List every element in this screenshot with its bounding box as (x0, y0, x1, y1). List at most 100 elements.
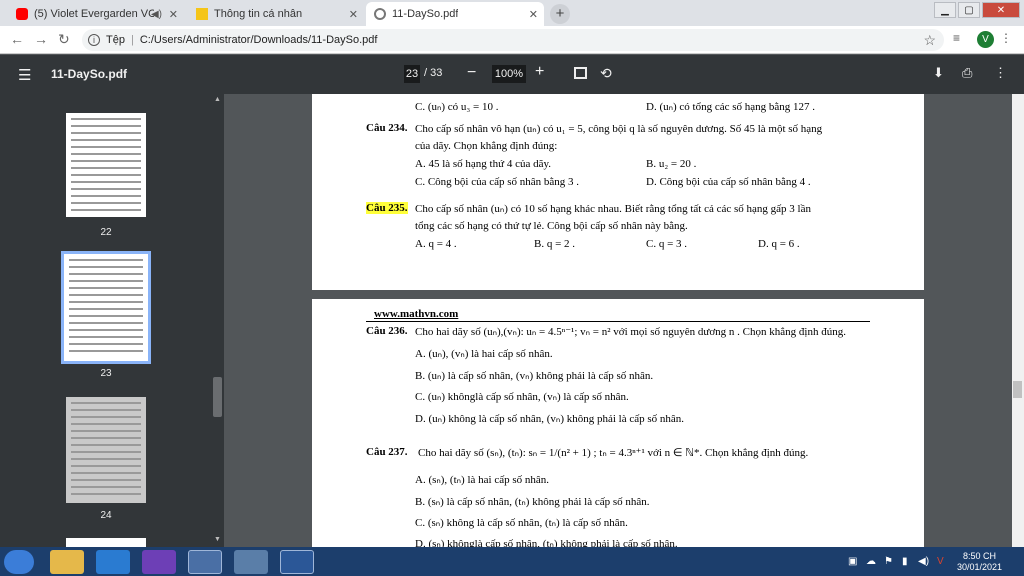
back-icon[interactable]: ← (10, 31, 24, 47)
question-label: Câu 236. (366, 325, 408, 337)
page-thumbnail-23[interactable] (64, 254, 148, 361)
pdf-toolbar: ☰ 11-DaySo.pdf 23 / 33 − 100% + ⟲ ⬇ ⎙ ⋮ (0, 55, 1024, 94)
page-thumbnail-25[interactable] (66, 538, 146, 547)
network-icon[interactable] (234, 550, 268, 574)
thumbnail-number: 23 (100, 368, 112, 379)
answer-text: A. 45 là số hạng thứ 4 của dãy. (415, 158, 551, 170)
upload-icon[interactable]: ☁ (866, 556, 876, 567)
highlighted-question-label: Câu 235. (366, 202, 408, 214)
zoom-out-button[interactable]: − (467, 64, 476, 82)
pdf-page-23: www.mathvn.com Câu 236. Cho hai dãy số (… (312, 299, 924, 547)
answer-text: C. q = 3 . (646, 238, 688, 250)
close-icon[interactable]: ✕ (529, 8, 538, 21)
thumbnail-sidebar: ▲ 22 23 24 ▼ (0, 94, 224, 547)
flag-icon[interactable]: ⚑ (884, 556, 893, 567)
page-thumbnail-24[interactable] (66, 397, 146, 503)
question-text: Cho hai dãy số (uₙ),(vₙ): uₙ = 4.5ⁿ⁻¹; v… (415, 326, 846, 338)
question-text: tổng các số hạng có thứ tự lẻ. Công bội … (415, 220, 688, 232)
maximize-button[interactable]: ▢ (958, 2, 980, 18)
pdf-page-22: C. (uₙ) có u₃ = 10 . D. (uₙ) có tổng các… (312, 94, 924, 290)
tab-label: Thông tin cá nhân (214, 8, 303, 20)
more-icon[interactable]: ⋮ (994, 65, 1007, 81)
answer-text: B. (uₙ) là cấp số nhân, (vₙ) không phải … (415, 370, 654, 382)
zoom-input[interactable]: 100% (492, 65, 526, 83)
youtube-icon (16, 8, 28, 20)
signal-icon[interactable]: ▮ (902, 556, 908, 567)
system-clock[interactable]: 8:50 CH 30/01/2021 (957, 551, 1002, 573)
header-rule (366, 321, 870, 322)
question-text: Cho cấp số nhân vô hạn (uₙ) có u₁ = 5, c… (415, 123, 823, 135)
start-button[interactable] (4, 550, 34, 574)
question-text: Cho hai dãy số (sₙ), (tₙ): sₙ = 1/(n² + … (418, 447, 809, 459)
tab-youtube[interactable]: (5) Violet Evergarden VOCAL ◀) ✕ (8, 2, 184, 26)
file-explorer-icon[interactable] (50, 550, 84, 574)
queue-icon[interactable]: ≡ (953, 31, 960, 45)
tab-label: (5) Violet Evergarden VOCAL (34, 8, 154, 20)
tab-profile[interactable]: Thông tin cá nhân ✕ (188, 2, 364, 26)
tab-label: 11-DaySo.pdf (392, 8, 459, 20)
pdf-viewer[interactable]: C. (uₙ) có u₃ = 10 . D. (uₙ) có tổng các… (224, 94, 1012, 547)
scroll-up-icon[interactable]: ▲ (214, 96, 221, 103)
url-field[interactable]: i Tệp | C:/Users/Administrator/Downloads… (82, 29, 944, 51)
new-tab-button[interactable]: + (550, 4, 570, 24)
chat-icon[interactable]: ▣ (848, 556, 857, 567)
page-thumbnail-22[interactable] (66, 113, 146, 217)
answer-text: A. (uₙ), (vₙ) là hai cấp số nhân. (415, 348, 553, 360)
word-icon[interactable] (280, 550, 314, 574)
taskbar: ▣ ☁ ⚑ ▮ ◀) V 8:50 CH 30/01/2021 (0, 547, 1024, 576)
answer-text: C. (sₙ) không là cấp số nhân, (tₙ) là cấ… (415, 517, 628, 529)
page-number-input[interactable]: 23 (404, 65, 420, 83)
answer-text: D. Công bội của cấp số nhân bằng 4 . (646, 176, 811, 188)
answer-text: C. (uₙ) khônglà cấp số nhân, (vₙ) là cấp… (415, 391, 629, 403)
question-label: Câu 237. (366, 446, 408, 458)
answer-text: B. (sₙ) là cấp số nhân, (tₙ) không phải … (415, 496, 650, 508)
bookmark-icon (196, 8, 208, 20)
answer-text: C. (uₙ) có u₃ = 10 . (415, 101, 499, 113)
scrollbar-thumb[interactable] (1013, 381, 1022, 398)
internet-explorer-icon[interactable] (96, 550, 130, 574)
answer-text: D. (uₙ) không là cấp số nhân, (vₙ) không… (415, 413, 685, 425)
rotate-icon[interactable]: ⟲ (600, 65, 612, 82)
answer-text: D. (sₙ) khônglà cấp số nhân, (tₙ) không … (415, 538, 678, 547)
page-total: / 33 (424, 67, 443, 79)
answer-text: D. (uₙ) có tổng các số hạng bằng 127 . (646, 101, 816, 113)
speaker-icon[interactable]: ◀) (151, 9, 162, 20)
reload-icon[interactable]: ↻ (58, 31, 70, 48)
volume-icon[interactable]: ◀) (918, 556, 929, 567)
answer-text: A. (sₙ), (tₙ) là hai cấp số nhân. (415, 474, 550, 486)
globe-icon (374, 8, 386, 20)
menu-icon[interactable]: ⋮ (1000, 31, 1012, 45)
answer-text: B. u₂ = 20 . (646, 158, 697, 170)
clock-time: 8:50 CH (962, 551, 996, 561)
close-icon[interactable]: ✕ (349, 8, 358, 21)
info-icon[interactable]: i (88, 34, 100, 46)
download-icon[interactable]: ⬇ (933, 65, 944, 81)
url-text: C:/Users/Administrator/Downloads/11-DayS… (139, 34, 378, 46)
antivirus-icon[interactable]: V (937, 556, 944, 567)
print-icon[interactable]: ⎙ (962, 65, 972, 81)
viewer-scrollbar[interactable] (1012, 94, 1024, 547)
zoom-in-button[interactable]: + (535, 63, 544, 81)
window-controls: ▁ ▢ ✕ (932, 0, 1020, 20)
visual-studio-icon[interactable] (142, 550, 176, 574)
avatar[interactable]: V (977, 31, 994, 48)
fit-page-icon[interactable] (574, 67, 587, 79)
tab-pdf[interactable]: 11-DaySo.pdf ✕ (366, 2, 544, 26)
divider: | (130, 34, 134, 46)
minimize-button[interactable]: ▁ (934, 2, 956, 18)
answer-text: A. q = 4 . (415, 238, 457, 250)
close-icon[interactable]: ✕ (169, 8, 178, 21)
answer-text: C. Công bội của cấp số nhân bằng 3 . (415, 176, 580, 188)
hamburger-icon[interactable]: ☰ (18, 66, 31, 84)
close-window-button[interactable]: ✕ (982, 2, 1020, 18)
clock-date: 30/01/2021 (956, 562, 1002, 572)
chrome-icon[interactable] (188, 550, 222, 574)
site-header: www.mathvn.com (374, 308, 459, 320)
address-bar: ← → ↻ i Tệp | C:/Users/Administrator/Dow… (0, 26, 1024, 54)
sidebar-scrollbar[interactable] (213, 377, 222, 417)
forward-icon[interactable]: → (34, 31, 48, 47)
scroll-down-icon[interactable]: ▼ (214, 536, 221, 543)
url-scheme: Tệp (106, 34, 125, 46)
star-icon[interactable]: ☆ (923, 32, 936, 49)
question-text: của dãy. Chọn khẳng định đúng: (415, 140, 558, 152)
